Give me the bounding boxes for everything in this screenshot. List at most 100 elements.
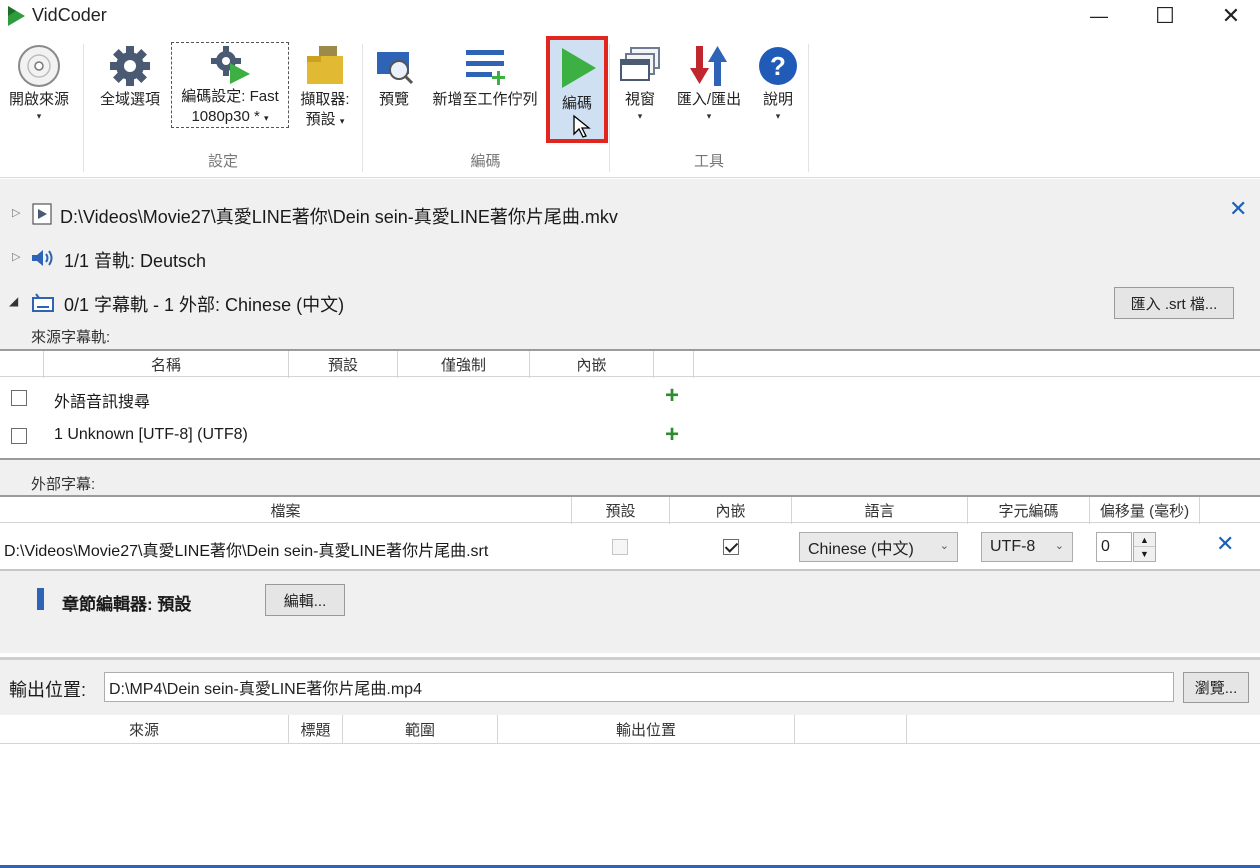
- offset-stepper[interactable]: ▲ ▼: [1133, 532, 1156, 562]
- close-source-icon[interactable]: ✕: [1229, 196, 1247, 222]
- remove-subtitle-icon[interactable]: ✕: [1216, 531, 1234, 557]
- source-subtitle-checkbox[interactable]: [11, 390, 27, 406]
- table-divider: [0, 458, 1260, 460]
- table-row[interactable]: 外語音訊搜尋 +: [0, 379, 1260, 417]
- disc-icon: [18, 45, 60, 87]
- column-header-default: 預設: [572, 497, 670, 524]
- maximize-button[interactable]: ☐: [1132, 0, 1198, 32]
- column-header-burn-in: 內嵌: [670, 497, 792, 524]
- output-location-label: 輸出位置:: [9, 680, 87, 700]
- external-subtitle-default-checkbox[interactable]: [612, 539, 628, 555]
- group-label-encode: 編碼: [470, 153, 501, 170]
- output-location-bar: 輸出位置: D:\MP4\Dein sein-真愛LINE著你片尾曲.mp4 瀏…: [0, 657, 1260, 715]
- source-subtitle-name: 1 Unknown [UTF-8] (UTF8): [54, 426, 248, 443]
- global-options-button[interactable]: 全域選項: [92, 42, 168, 110]
- encoding-select-value: UTF-8: [990, 538, 1036, 555]
- subtitle-summary: 0/1 字幕軌 - 1 外部: Chinese (中文): [64, 295, 345, 315]
- expand-video-icon[interactable]: ▷: [12, 206, 20, 219]
- preview-icon: [377, 52, 414, 85]
- import-export-dropdown-icon[interactable]: ▾: [668, 110, 750, 122]
- import-export-button[interactable]: 匯入/匯出 ▾: [668, 42, 750, 122]
- speaker-icon: [32, 250, 53, 266]
- offset-input[interactable]: 0: [1096, 532, 1132, 562]
- column-header-char-encoding: 字元編碼: [968, 497, 1090, 524]
- import-export-icon: [690, 46, 727, 86]
- picker-button[interactable]: 擷取器: 預設 ▾: [294, 42, 356, 131]
- column-header-title: 標題: [289, 715, 343, 743]
- help-button[interactable]: ? 說明 ▾: [752, 42, 804, 122]
- column-header-forced-only: 僅強制: [398, 351, 530, 378]
- open-source-button[interactable]: 開啟來源 ▾: [2, 42, 76, 122]
- add-to-queue-label: 新增至工作佇列: [432, 91, 538, 108]
- language-select-value: Chinese (中文): [808, 541, 914, 558]
- help-dropdown-icon[interactable]: ▾: [752, 110, 804, 122]
- encode-button[interactable]: 編碼: [546, 36, 608, 143]
- audio-summary: 1/1 音軌: Deutsch: [64, 251, 207, 271]
- column-header-name: 名稱: [44, 351, 289, 378]
- source-subtitles-table: 名稱 預設 僅強制 內嵌 外語音訊搜尋 + 1 Unknown [UTF-8] …: [0, 349, 1260, 459]
- source-subtitle-name: 外語音訊搜尋: [54, 394, 151, 411]
- global-options-label: 全域選項: [99, 91, 160, 108]
- minimize-button[interactable]: —: [1066, 0, 1132, 32]
- column-header-burn-in: 內嵌: [530, 351, 654, 378]
- column-header-language: 語言: [792, 497, 968, 524]
- help-label: 說明: [762, 91, 793, 108]
- picker-dropdown-icon[interactable]: ▾: [340, 116, 345, 126]
- edit-chapters-button[interactable]: 編輯...: [265, 584, 345, 616]
- window-menu-button[interactable]: 視窗 ▾: [614, 42, 666, 122]
- stepper-down-icon[interactable]: ▼: [1134, 547, 1155, 561]
- expand-audio-icon[interactable]: ▷: [12, 250, 20, 263]
- group-separator: [808, 44, 809, 172]
- external-subtitle-file: D:\Videos\Movie27\真愛LINE著你\Dein sein-真愛L…: [4, 543, 489, 560]
- column-header-extra: [654, 351, 694, 378]
- stepper-up-icon[interactable]: ▲: [1134, 533, 1155, 547]
- column-header-offset: 偏移量 (毫秒): [1090, 497, 1200, 524]
- table-row[interactable]: 1 Unknown [UTF-8] (UTF8) +: [0, 418, 1260, 456]
- vidcoder-logo-icon: [8, 6, 25, 26]
- group-label-tools: 工具: [693, 153, 724, 170]
- external-subtitle-burn-in-checkbox[interactable]: [723, 539, 739, 555]
- external-subtitles-header: 檔案 預設 內嵌 語言 字元編碼 偏移量 (毫秒): [0, 495, 1260, 524]
- add-subtitle-icon[interactable]: +: [665, 421, 679, 449]
- gear-icon: [110, 46, 150, 86]
- encode-label: 編碼: [561, 95, 592, 112]
- play-icon: [562, 48, 596, 88]
- open-source-dropdown-icon[interactable]: ▾: [2, 110, 76, 122]
- chapter-editor-label: 章節編輯器: 預設: [62, 595, 192, 614]
- svg-text:?: ?: [770, 51, 786, 81]
- add-to-queue-button[interactable]: 新增至工作佇列: [423, 42, 547, 110]
- queue-list: 來源 標題 範圍 輸出位置: [0, 715, 1260, 868]
- encoding-settings-dropdown-icon[interactable]: ▾: [264, 113, 269, 123]
- help-icon: ?: [759, 47, 797, 85]
- encoding-select[interactable]: UTF-8 ⌄: [981, 532, 1073, 562]
- add-to-queue-icon: [466, 50, 505, 85]
- close-window-button[interactable]: ✕: [1198, 0, 1260, 32]
- table-row[interactable]: D:\Videos\Movie27\真愛LINE著你\Dein sein-真愛L…: [0, 525, 1260, 569]
- chevron-down-icon: ⌄: [939, 540, 949, 552]
- output-path-input[interactable]: D:\MP4\Dein sein-真愛LINE著你片尾曲.mp4: [104, 672, 1174, 702]
- collapse-subtitles-icon[interactable]: ◢: [9, 294, 18, 308]
- browse-button[interactable]: 瀏覽...: [1183, 672, 1249, 703]
- language-select[interactable]: Chinese (中文) ⌄: [799, 532, 958, 562]
- queue-header: 來源 標題 範圍 輸出位置: [0, 715, 1260, 744]
- add-subtitle-icon[interactable]: +: [665, 382, 679, 410]
- encoding-settings-button[interactable]: 編碼設定: Fast 1080p30 * ▾: [171, 42, 289, 128]
- folder-icon: [307, 46, 343, 84]
- picker-preset: 預設: [305, 111, 336, 128]
- window-menu-dropdown-icon[interactable]: ▾: [614, 110, 666, 122]
- title-bar: VidCoder — ☐ ✕: [0, 0, 1260, 32]
- column-header-range: 範圍: [343, 715, 498, 743]
- encoding-settings-preset: 1080p30 *: [191, 108, 260, 125]
- column-header-check: [0, 351, 44, 378]
- column-header-extra: [795, 715, 907, 743]
- encoding-settings-icon: [211, 46, 250, 84]
- import-export-label: 匯入/匯出: [676, 91, 742, 108]
- source-video-path: D:\Videos\Movie27\真愛LINE著你\Dein sein-真愛L…: [60, 207, 618, 227]
- preview-button[interactable]: 預覽: [368, 42, 420, 110]
- source-subtitle-checkbox[interactable]: [11, 428, 27, 444]
- chapter-marker-icon: [37, 588, 44, 610]
- table-divider: [0, 569, 1260, 571]
- chevron-down-icon: ⌄: [1054, 540, 1064, 552]
- import-srt-button[interactable]: 匯入 .srt 檔...: [1114, 287, 1234, 319]
- mouse-cursor-icon: [573, 114, 591, 138]
